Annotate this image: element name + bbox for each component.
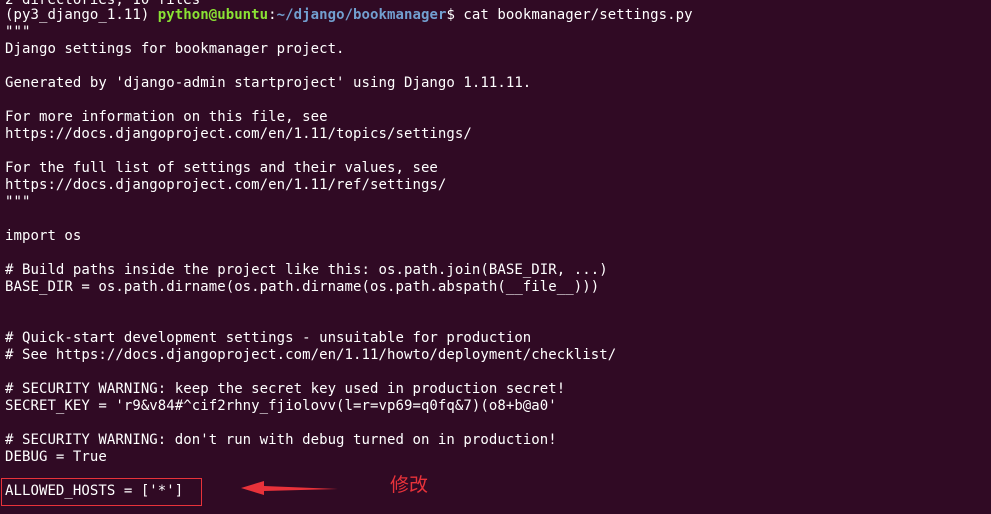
terminal-output-line: # SECURITY WARNING: don't run with debug… [5,432,557,448]
prompt-dollar: $ [446,7,464,23]
terminal-output-line: https://docs.djangoproject.com/en/1.11/r… [5,177,447,193]
annotation-label: 修改 [390,474,429,496]
terminal-output-line: # SECURITY WARNING: keep the secret key … [5,381,566,397]
terminal-output-line: Django settings for bookmanager project. [5,41,345,57]
terminal-output-line: SECRET_KEY = 'r9&v84#^cif2rhny_fjiolovv(… [5,398,557,414]
terminal-output-line: For more information on this file, see [5,109,328,125]
terminal-output-line: # Build paths inside the project like th… [5,262,608,278]
shell-prompt-line: (py3_django_1.11) python@ubuntu:~/django… [5,7,693,24]
terminal-output-line: DEBUG = True [5,449,107,465]
terminal-output-line: """ [5,194,31,210]
terminal-output-line: Generated by 'django-admin startproject'… [5,75,532,91]
terminal-output-line: """ [5,24,31,40]
terminal-output-line: # See https://docs.djangoproject.com/en/… [5,347,617,363]
terminal-output-line: import os [5,228,82,244]
prompt-user-host: python@ubuntu [157,7,269,23]
terminal-output-line: https://docs.djangoproject.com/en/1.11/t… [5,126,472,142]
annotation-arrow-icon [241,481,338,495]
prompt-separator: : [268,7,277,23]
shell-command: cat bookmanager/settings.py [463,7,693,23]
terminal-output-line: For the full list of settings and their … [5,160,438,176]
terminal-window[interactable]: 2 directories, 10 files (py3_django_1.11… [0,0,991,514]
prompt-path: ~/django/bookmanager [276,7,447,23]
terminal-output-line: BASE_DIR = os.path.dirname(os.path.dirna… [5,279,600,295]
prompt-virtualenv: (py3_django_1.11) [5,7,158,23]
highlight-box [1,478,202,506]
terminal-output-line: # Quick-start development settings - uns… [5,330,532,346]
